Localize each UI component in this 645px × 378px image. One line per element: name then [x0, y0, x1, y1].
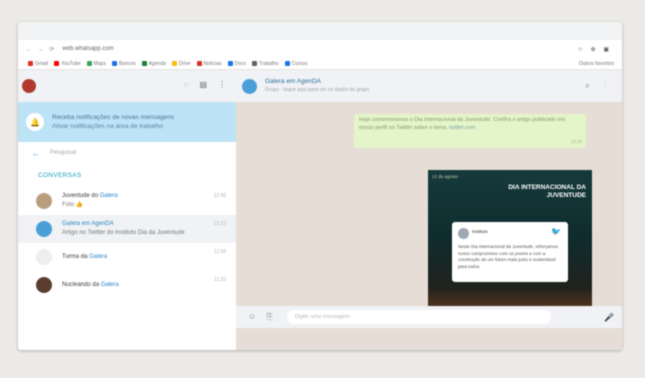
- bookmark-item[interactable]: Maps: [86, 60, 106, 67]
- bookmark-favicon-icon: [171, 61, 177, 66]
- menu-icon[interactable]: ⋮: [218, 80, 226, 89]
- bookmark-favicon-icon: [54, 61, 60, 66]
- whatsapp-web-app: ◌ ▤ ⋮ 🔔 Receba notificações de novas men…: [18, 70, 622, 350]
- bookmark-item[interactable]: YouTube: [54, 61, 81, 67]
- chat-time: 11:58: [213, 249, 226, 255]
- bookmark-favicon-icon: [28, 61, 33, 66]
- bookmark-label: Gmail: [35, 60, 49, 67]
- image-title: DIA INTERNACIONAL DA JUVENTUDE: [508, 184, 586, 199]
- emoji-attach-icon[interactable]: ☺ ⎘: [248, 312, 277, 322]
- bookmarks-bar: Gmail YouTube Maps Bancos Agenda Drive N…: [18, 58, 622, 70]
- chat-list-item[interactable]: Nucleando da Galera 11:20: [18, 271, 236, 299]
- chat-time: 11:20: [213, 277, 226, 283]
- outgoing-message[interactable]: Hoje comemoramos o Dia Internacional da …: [354, 114, 586, 148]
- tweet-text: Neste Dia Internacional da Juventude, re…: [458, 244, 559, 269]
- chat-list-sidebar: ◌ ▤ ⋮ 🔔 Receba notificações de novas men…: [18, 70, 237, 350]
- bookmark-item[interactable]: Notícias: [196, 60, 222, 67]
- chat-time: 12:10: [213, 221, 226, 227]
- bookmark-item[interactable]: Docs: [227, 60, 247, 67]
- bookmark-label: Agenda: [148, 60, 166, 67]
- chat-time: 12:40: [213, 193, 226, 199]
- bookmark-label: Docs: [234, 60, 247, 67]
- message-link[interactable]: twitter.com: [449, 125, 475, 131]
- bookmark-label: Bancos: [118, 60, 136, 67]
- bookmark-item[interactable]: Agenda: [141, 60, 166, 67]
- nav-buttons-icon[interactable]: ← → ⟳: [26, 46, 56, 53]
- message-input[interactable]: Digite uma mensagem: [286, 310, 551, 324]
- bookmark-favicon-icon: [227, 61, 233, 66]
- notification-banner[interactable]: 🔔 Receba notificações de novas mensagens…: [18, 102, 236, 142]
- profile-avatar[interactable]: [22, 79, 36, 93]
- new-chat-icon[interactable]: ▤: [199, 80, 207, 89]
- chat-name: Juventude do Galera: [62, 193, 118, 199]
- extensions-icon[interactable]: ☆ ⊕ ▣: [578, 46, 612, 53]
- bookmark-label: Drive: [178, 60, 191, 67]
- bookmark-item[interactable]: Cursos: [284, 60, 308, 67]
- image-message[interactable]: 12 de agosto DIA INTERNACIONAL DA JUVENT…: [428, 170, 592, 320]
- compose-bar: ☺ ⎘ Digite uma mensagem 🎤: [236, 306, 622, 328]
- message-time: 12:10: [570, 139, 582, 144]
- conversation-subtitle: Grupo · toque aqui para ver os dados do …: [265, 87, 370, 93]
- twitter-bird-icon: 🐦: [551, 227, 561, 236]
- address-bar[interactable]: web.whatsapp.com: [62, 46, 113, 52]
- bookmark-favicon-icon: [196, 61, 202, 66]
- chat-list-item[interactable]: Juventude do Galera Foto 👍 12:40: [18, 187, 236, 215]
- chat-list-item-selected[interactable]: Galera em AgenDA Artigo no Twitter do In…: [18, 215, 236, 243]
- monitor-screen: ← → ⟳ web.whatsapp.com ☆ ⊕ ▣ Gmail YouTu…: [18, 22, 622, 350]
- bookmark-item[interactable]: Gmail: [28, 61, 48, 67]
- microphone-icon[interactable]: 🎤: [604, 313, 614, 322]
- bookmark-label: Cursos: [291, 60, 308, 67]
- bookmark-label: YouTube: [61, 60, 81, 67]
- notification-link[interactable]: Ativar notificações na área de trabalho: [52, 122, 174, 131]
- browser-tab-strip: [18, 22, 622, 42]
- chat-avatar: [36, 249, 52, 265]
- bookmark-favicon-icon: [252, 61, 258, 66]
- conversation-pane: Galera em AgenDA Grupo · toque aqui para…: [236, 70, 622, 350]
- image-caption: 12 de agosto: [432, 174, 459, 179]
- status-icon[interactable]: ◌: [184, 80, 189, 89]
- chat-name: Nucleando da Galera: [62, 281, 119, 288]
- bookmark-item[interactable]: Trabalho: [252, 61, 279, 67]
- chat-preview: Foto 👍: [62, 202, 84, 208]
- tweet-avatar: [458, 228, 469, 239]
- chat-avatar: [36, 277, 52, 293]
- sidebar-header: ◌ ▤ ⋮: [18, 70, 236, 102]
- search-bar[interactable]: ← Pesquisar: [18, 142, 236, 164]
- chat-list-item[interactable]: Turma da Galera 11:58: [18, 243, 236, 271]
- chat-name: Turma da Galera: [62, 253, 108, 260]
- chat-avatar: [36, 221, 52, 237]
- other-bookmarks[interactable]: Outros favoritos: [579, 61, 614, 67]
- bookmark-favicon-icon: [141, 61, 147, 66]
- bookmark-favicon-icon: [111, 61, 117, 66]
- embedded-tweet: Instituto 🐦 Neste Dia Internacional da J…: [452, 222, 568, 282]
- back-arrow-icon[interactable]: ←: [32, 149, 40, 158]
- group-avatar[interactable]: [242, 78, 257, 94]
- bookmark-label: Notícias: [203, 60, 222, 67]
- bookmark-item[interactable]: Drive: [171, 60, 191, 67]
- bookmark-favicon-icon: [86, 61, 92, 66]
- search-menu-icon[interactable]: ⌕ ⋮: [585, 81, 612, 91]
- bookmark-label: Trabalho: [259, 60, 279, 67]
- chat-preview: Artigo no Twitter do Instituto Dia da Ju…: [62, 230, 185, 236]
- conversation-header[interactable]: Galera em AgenDA Grupo · toque aqui para…: [236, 70, 622, 102]
- conversation-title: Galera em AgenDA: [265, 78, 322, 85]
- search-input[interactable]: Pesquisar: [50, 150, 77, 156]
- bookmark-favicon-icon: [284, 61, 290, 66]
- section-label: CONVERSAS: [38, 172, 82, 179]
- chat-avatar: [36, 193, 52, 209]
- chat-name: Galera em AgenDA: [62, 221, 114, 227]
- notification-title: Receba notificações de novas mensagens: [52, 114, 175, 121]
- tweet-author: Instituto: [472, 229, 488, 234]
- browser-toolbar: ← → ⟳ web.whatsapp.com ☆ ⊕ ▣: [18, 40, 622, 58]
- bell-off-icon: 🔔: [26, 113, 44, 131]
- bookmark-item[interactable]: Bancos: [111, 60, 136, 67]
- bookmark-label: Maps: [93, 60, 106, 67]
